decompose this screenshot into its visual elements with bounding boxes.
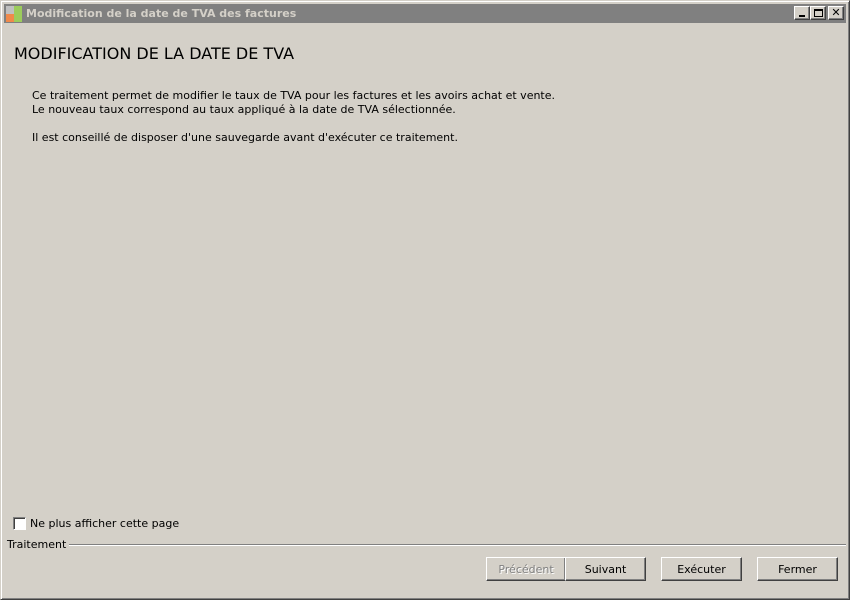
title-buttons: ✕: [794, 6, 844, 20]
minimize-button[interactable]: [794, 6, 810, 20]
maximize-button[interactable]: [810, 6, 826, 20]
description: Ce traitement permet de modifier le taux…: [32, 89, 812, 145]
next-button[interactable]: Suivant: [565, 557, 646, 581]
dont-show-again-row[interactable]: Ne plus afficher cette page: [13, 517, 179, 530]
app-icon: [6, 5, 22, 22]
minimize-icon: [799, 15, 805, 17]
maximize-icon: [814, 9, 823, 17]
close-icon: ✕: [831, 6, 841, 19]
group-separator: [61, 544, 846, 546]
previous-button[interactable]: Précédent: [486, 557, 566, 581]
group-label: Traitement: [7, 538, 70, 551]
execute-button[interactable]: Exécuter: [661, 557, 742, 581]
window-title: Modification de la date de TVA des factu…: [26, 7, 297, 20]
wizard-window: Modification de la date de TVA des factu…: [0, 0, 850, 600]
description-line-1: Ce traitement permet de modifier le taux…: [32, 89, 556, 102]
close-button[interactable]: Fermer: [757, 557, 838, 581]
title-bar[interactable]: Modification de la date de TVA des factu…: [4, 4, 846, 23]
dont-show-again-checkbox[interactable]: [13, 517, 26, 530]
description-line-3: Il est conseillé de disposer d'une sauve…: [32, 131, 458, 144]
description-line-2: Le nouveau taux correspond au taux appli…: [32, 103, 456, 116]
close-window-button[interactable]: ✕: [828, 6, 844, 20]
dont-show-again-label[interactable]: Ne plus afficher cette page: [30, 517, 179, 530]
page-title: MODIFICATION DE LA DATE DE TVA: [14, 44, 295, 63]
